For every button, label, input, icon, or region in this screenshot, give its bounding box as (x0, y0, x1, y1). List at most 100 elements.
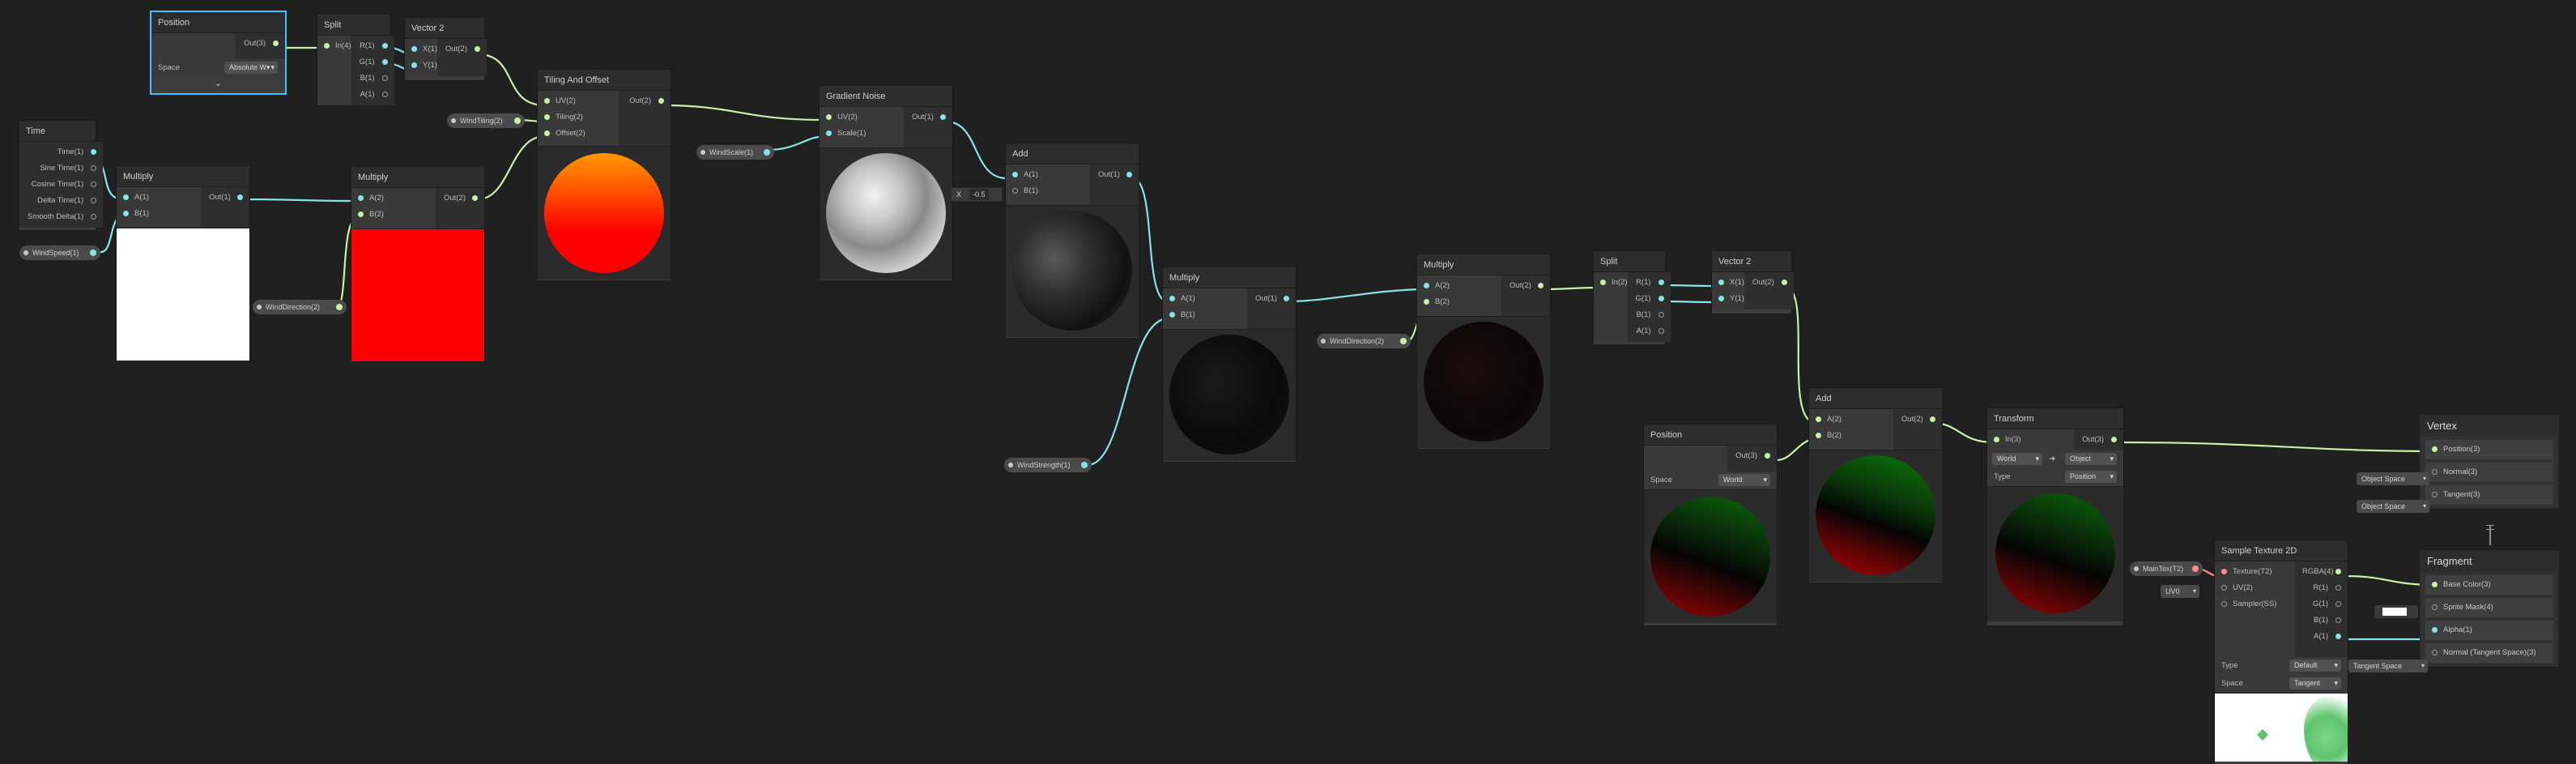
port-connector[interactable] (411, 46, 417, 52)
property-maintex[interactable]: MainTex(T2) (2130, 561, 2203, 576)
split-node[interactable]: Split In(2) R(1) G(1) B(1) A(1) (1594, 251, 1671, 344)
type-dropdown[interactable]: Default (2289, 659, 2341, 672)
input-port[interactable]: X(1) (1712, 275, 1744, 291)
input-port[interactable]: B(2) (1809, 428, 1893, 444)
port-connector[interactable] (1538, 283, 1543, 288)
split-node[interactable]: Split In(4) R(1) G(1) B(1) A(1) (317, 15, 394, 105)
port-connector[interactable] (123, 194, 129, 200)
fragment-alpha-slot[interactable]: Alpha(1) (2425, 621, 2553, 640)
input-port[interactable]: UV(2) (538, 93, 619, 109)
transform-node[interactable]: Transform In(3) Out(3) World ➜ Object Ty… (1987, 408, 2123, 625)
port-connector[interactable] (273, 41, 279, 46)
fragment-normal-slot[interactable]: Normal (Tangent Space)(3) (2425, 643, 2553, 663)
port-connector[interactable] (411, 62, 417, 68)
port-connector[interactable] (2432, 582, 2438, 587)
output-port[interactable]: Sine Time(1) (19, 160, 103, 177)
output-port[interactable]: A(1) (2294, 629, 2348, 645)
output-port[interactable]: Out(2) (1893, 412, 1942, 428)
property-winddirection[interactable]: WindDirection(2) (253, 300, 347, 314)
port-connector[interactable] (2432, 469, 2438, 475)
output-port[interactable]: Out(1) (1247, 291, 1296, 307)
port-connector[interactable] (91, 165, 97, 171)
output-port[interactable]: G(1) (1628, 291, 1671, 307)
gradient-noise-node[interactable]: Gradient Noise UV(2) Scale(1) Out(1) (820, 86, 952, 280)
port-connector[interactable] (1718, 296, 1724, 301)
output-port[interactable]: Out(2) (1744, 275, 1794, 291)
output-port[interactable]: Out(1) (904, 109, 952, 126)
multiply-node[interactable]: Multiply A(1) B(1) Out(1) (117, 166, 249, 361)
input-port[interactable]: B(1) (1163, 307, 1247, 323)
port-connector[interactable] (1424, 283, 1429, 288)
port-connector[interactable] (472, 195, 478, 201)
vertex-block[interactable]: Vertex Position(3) Normal(3) Tangent(3) (2420, 415, 2559, 509)
input-port[interactable]: A(2) (1417, 278, 1501, 294)
output-port[interactable]: Out(1) (201, 190, 249, 206)
port-connector[interactable] (1930, 416, 1935, 422)
property-windspeed[interactable]: WindSpeed(1) (19, 245, 100, 260)
port-connector[interactable] (1816, 433, 1821, 438)
space-dropdown[interactable]: World (1718, 474, 1770, 486)
input-port[interactable]: Tiling(2) (538, 109, 619, 126)
port-connector[interactable] (1424, 299, 1429, 305)
port-connector[interactable] (2335, 617, 2341, 623)
port-connector[interactable] (381, 59, 388, 65)
output-port[interactable]: Out(3) (1727, 448, 1777, 464)
port-connector[interactable] (91, 149, 97, 155)
port-connector[interactable] (826, 114, 832, 120)
output-port[interactable]: A(1) (351, 87, 394, 103)
port-connector[interactable] (2432, 446, 2438, 452)
multiply-node[interactable]: Multiply A(2) B(2) Out(2) (351, 167, 484, 361)
output-port[interactable]: G(1) (351, 54, 394, 70)
fragment-sprite-mask-slot[interactable]: Sprite Mask(4) (2425, 598, 2553, 617)
port-connector[interactable] (1658, 280, 1664, 285)
port-connector[interactable] (826, 130, 832, 136)
port-connector[interactable] (2221, 569, 2227, 574)
port-connector[interactable] (336, 304, 343, 310)
port-connector[interactable] (1658, 312, 1664, 318)
port-connector[interactable] (1816, 416, 1821, 422)
port-connector[interactable] (658, 98, 664, 104)
port-connector[interactable] (1284, 296, 1289, 301)
port-connector[interactable] (358, 195, 364, 201)
port-connector[interactable] (1081, 462, 1088, 468)
sprite-mask-color-swatch[interactable] (2374, 605, 2418, 618)
port-connector[interactable] (1765, 453, 1770, 459)
vertex-normal-slot[interactable]: Normal(3) (2425, 463, 2553, 482)
vector2-node[interactable]: Vector 2 X(1) Y(1) Out(2) (1712, 251, 1794, 314)
port-connector[interactable] (1169, 312, 1175, 318)
port-connector[interactable] (237, 194, 243, 200)
port-connector[interactable] (1781, 280, 1787, 285)
tangent-space-dropdown[interactable]: Object Space (2357, 500, 2429, 513)
input-port[interactable]: Y(1) (1712, 291, 1744, 307)
multiply-node[interactable]: Multiply A(1) B(1) Out(1) (1163, 267, 1296, 462)
tiling-and-offset-node[interactable]: Tiling And Offset UV(2) Tiling(2) Offset… (538, 70, 671, 280)
output-port[interactable]: Out(2) (436, 190, 484, 207)
property-winddirection[interactable]: WindDirection(2) (1317, 334, 1411, 348)
port-connector[interactable] (2432, 604, 2438, 610)
port-connector[interactable] (474, 46, 480, 52)
output-port[interactable]: Out(3) (236, 36, 285, 52)
output-port[interactable]: R(1) (2294, 580, 2348, 596)
port-connector[interactable] (1400, 338, 1407, 344)
input-port[interactable]: In(4) (317, 38, 351, 54)
collapse-chevron-icon[interactable]: ⌄ (151, 77, 285, 92)
to-space-dropdown[interactable]: Object (2065, 453, 2117, 465)
type-dropdown[interactable]: Position (2065, 471, 2117, 483)
add-node[interactable]: Add A(1) B(1) Out(1) (1006, 143, 1139, 338)
input-port[interactable]: A(1) (1163, 291, 1247, 307)
port-connector[interactable] (2221, 585, 2227, 591)
output-port[interactable]: B(1) (2294, 612, 2348, 629)
port-connector[interactable] (764, 149, 770, 156)
port-connector[interactable] (2335, 634, 2341, 639)
output-port[interactable]: G(1) (2294, 596, 2348, 612)
sample-texture-2d-node[interactable]: Sample Texture 2D Texture(T2) UV(2) Samp… (2215, 540, 2348, 764)
vertex-tangent-slot[interactable]: Tangent(3) (2425, 485, 2553, 505)
vector2-node[interactable]: Vector 2 X(1) Y(1) Out(2) (405, 18, 487, 80)
port-connector[interactable] (123, 211, 129, 216)
space-dropdown[interactable]: Absolute W▾ (224, 62, 278, 74)
port-connector[interactable] (358, 211, 364, 217)
port-connector[interactable] (1994, 437, 1999, 442)
port-connector[interactable] (2335, 601, 2341, 607)
position-node[interactable]: Position Out(3) Space Absolute W▾ ⌄ (151, 12, 285, 93)
drag-handle-icon[interactable] (2486, 525, 2494, 530)
